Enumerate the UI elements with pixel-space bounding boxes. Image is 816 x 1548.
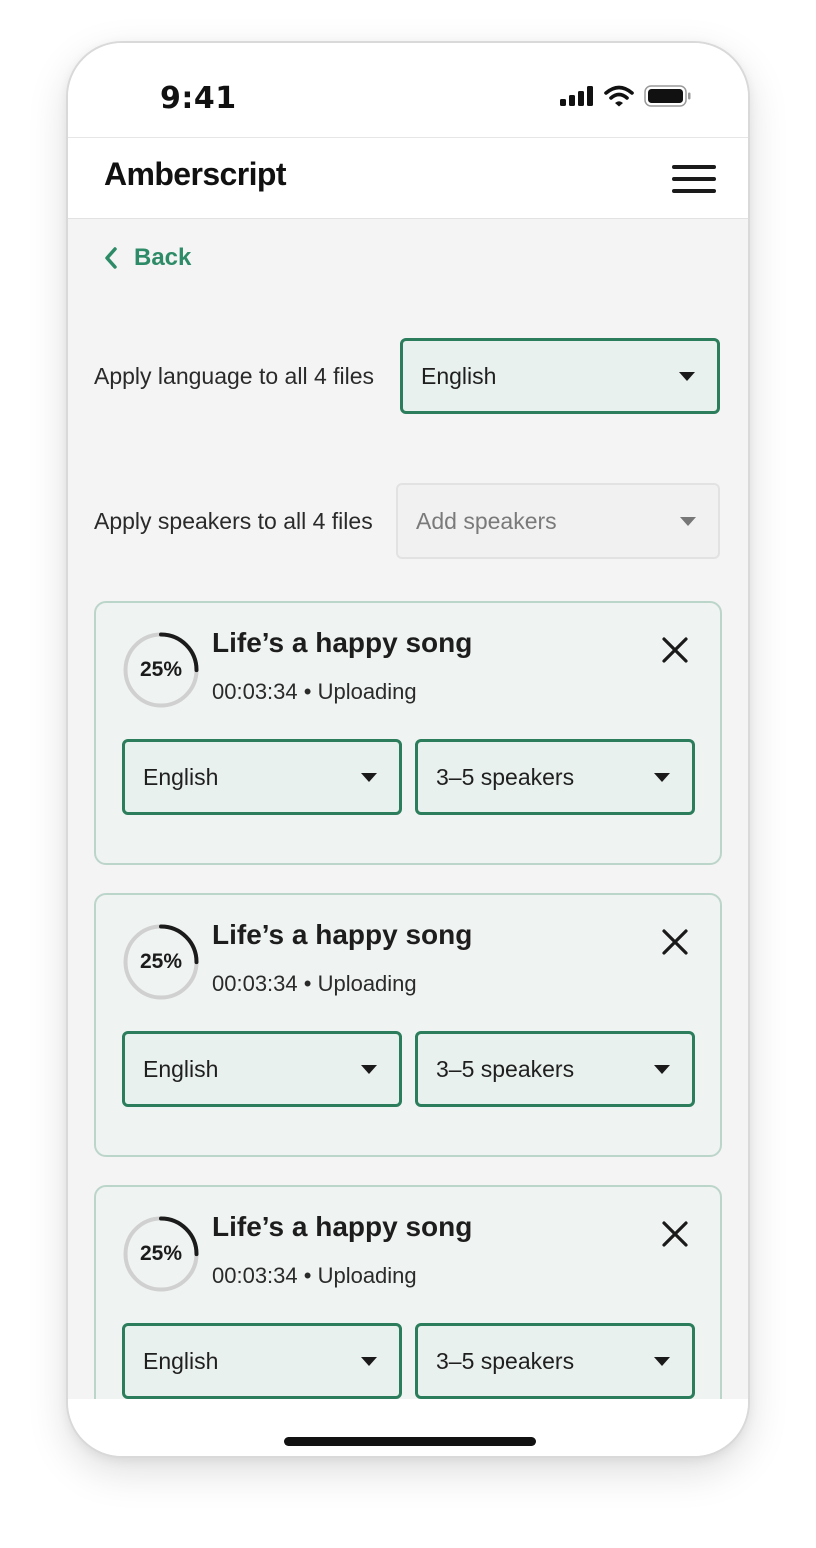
progress-percent: 25%: [139, 950, 183, 973]
file-duration: 00:03:34: [212, 679, 298, 704]
apply-language-value: English: [421, 362, 497, 389]
close-icon[interactable]: [660, 635, 690, 665]
status-icons: [560, 85, 692, 107]
file-status: Uploading: [317, 971, 417, 996]
upload-progress-ring: 25%: [122, 923, 200, 1001]
dropdown-caret-icon: [361, 1065, 377, 1074]
dropdown-caret-icon: [679, 372, 695, 381]
progress-percent: 25%: [139, 1242, 183, 1265]
phone-frame: 9:41 Amberscript Back Apply language to …: [66, 41, 750, 1458]
file-language-select[interactable]: English: [122, 1031, 402, 1107]
file-status: Uploading: [317, 1263, 417, 1288]
file-speakers-select[interactable]: 3–5 speakers: [415, 1323, 695, 1399]
upload-progress-ring: 25%: [122, 1215, 200, 1293]
dropdown-caret-icon: [654, 773, 670, 782]
file-meta: 00:03:34 • Uploading: [212, 971, 417, 996]
file-speakers-select[interactable]: 3–5 speakers: [415, 739, 695, 815]
apply-language-select[interactable]: English: [400, 338, 720, 414]
hamburger-menu-icon[interactable]: [672, 165, 716, 193]
cellular-signal-icon: [560, 86, 593, 106]
file-speakers-value: 3–5 speakers: [436, 763, 575, 790]
apply-speakers-row: Apply speakers to all 4 files Add speake…: [94, 483, 720, 559]
battery-icon: [644, 85, 691, 107]
file-language-select[interactable]: English: [122, 739, 402, 815]
file-card: 25% Life’s a happy song 00:03:34 • Uploa…: [94, 1185, 722, 1399]
file-status: Uploading: [317, 679, 417, 704]
file-speakers-select[interactable]: 3–5 speakers: [415, 1031, 695, 1107]
file-language-value: English: [143, 1055, 219, 1082]
file-title: Life’s a happy song: [212, 1211, 473, 1242]
apply-language-label: Apply language to all 4 files: [94, 362, 375, 389]
file-language-value: English: [143, 1347, 219, 1374]
status-time: 9:41: [160, 81, 237, 116]
dropdown-caret-icon: [361, 1357, 377, 1366]
back-label: Back: [134, 244, 192, 271]
close-icon[interactable]: [660, 1219, 690, 1249]
file-speakers-value: 3–5 speakers: [436, 1055, 575, 1082]
file-card: 25% Life’s a happy song 00:03:34 • Uploa…: [94, 893, 722, 1157]
file-meta: 00:03:34 • Uploading: [212, 1263, 417, 1288]
file-meta: 00:03:34 • Uploading: [212, 679, 417, 704]
upload-progress-ring: 25%: [122, 631, 200, 709]
file-duration: 00:03:34: [212, 971, 298, 996]
back-link[interactable]: Back: [104, 243, 191, 273]
amberscript-logo[interactable]: Amberscript: [104, 156, 287, 193]
dropdown-caret-icon: [654, 1065, 670, 1074]
file-duration: 00:03:34: [212, 1263, 298, 1288]
file-language-select[interactable]: English: [122, 1323, 402, 1399]
apply-language-row: Apply language to all 4 files English: [94, 338, 720, 414]
chevron-left-icon: [105, 247, 117, 269]
dropdown-caret-icon: [680, 517, 696, 526]
file-speakers-value: 3–5 speakers: [436, 1347, 575, 1374]
wifi-icon: [604, 85, 634, 107]
close-icon[interactable]: [660, 927, 690, 957]
home-indicator[interactable]: [284, 1437, 536, 1446]
progress-percent: 25%: [139, 658, 183, 681]
file-language-value: English: [143, 763, 219, 790]
upload-settings-content: Back Apply language to all 4 files Engli…: [68, 219, 748, 1399]
apply-speakers-placeholder: Add speakers: [416, 507, 557, 534]
app-header: Amberscript: [68, 137, 748, 219]
apply-speakers-label: Apply speakers to all 4 files: [94, 507, 373, 534]
dropdown-caret-icon: [361, 773, 377, 782]
home-indicator-area: [68, 1399, 748, 1456]
file-card: 25% Life’s a happy song 00:03:34 • Uploa…: [94, 601, 722, 865]
file-title: Life’s a happy song: [212, 919, 473, 950]
status-bar: 9:41: [68, 43, 748, 137]
apply-speakers-select[interactable]: Add speakers: [396, 483, 720, 559]
file-title: Life’s a happy song: [212, 627, 473, 658]
dropdown-caret-icon: [654, 1357, 670, 1366]
